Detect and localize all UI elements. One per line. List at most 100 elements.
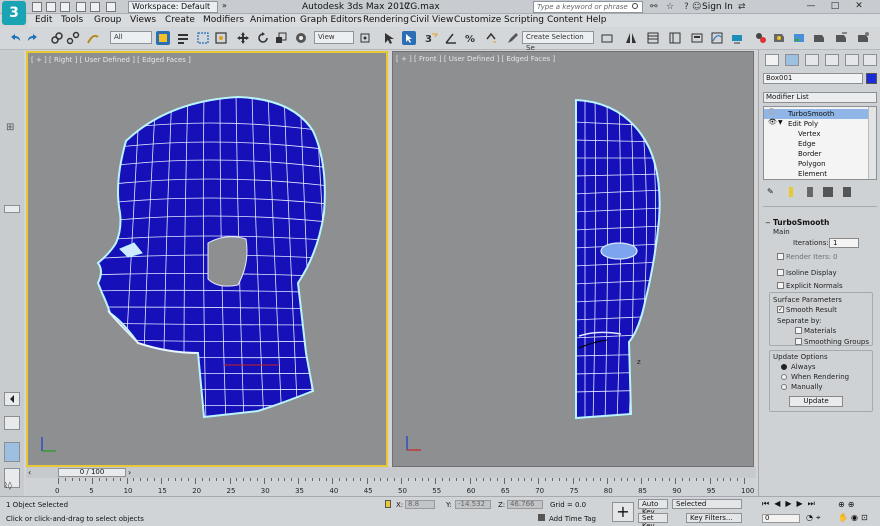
pan-orbit-icons[interactable]: ✋◉⊡	[838, 513, 871, 522]
named-selection-sets-icon[interactable]	[600, 31, 614, 45]
render-iters-value[interactable]: 0	[833, 253, 837, 261]
viewport-front[interactable]: [ + ] [ Front ] [ User Defined ] [ Edged…	[392, 51, 754, 467]
select-manipulate-icon[interactable]	[382, 31, 396, 45]
auto-key-button[interactable]: Auto Key	[638, 499, 668, 516]
render-production-icon[interactable]	[812, 31, 826, 45]
select-by-name-icon[interactable]	[176, 31, 190, 45]
bind-spacewarp-icon[interactable]	[86, 31, 100, 45]
layout-two-up-icon[interactable]	[4, 442, 20, 462]
remove-modifier-icon[interactable]	[823, 187, 833, 197]
materials-checkbox[interactable]	[795, 327, 802, 334]
menu-views[interactable]: Views	[130, 15, 156, 26]
stack-item-border[interactable]: Border	[764, 149, 868, 159]
rollout-collapse-icon[interactable]: −	[765, 219, 771, 227]
hierarchy-tab-icon[interactable]	[805, 54, 819, 66]
x-coordinate-field[interactable]: 8.8	[405, 500, 435, 509]
workspace-dropdown[interactable]: Workspace: Default	[128, 1, 218, 13]
turbosmooth-rollout-title[interactable]: TurboSmooth	[773, 218, 829, 227]
star-icon[interactable]: ☆	[666, 3, 674, 12]
menu-scripting[interactable]: Scripting	[504, 15, 544, 26]
menu-animation[interactable]: Animation	[250, 15, 296, 26]
always-radio[interactable]	[781, 364, 787, 370]
render-cloud-icon[interactable]	[856, 31, 870, 45]
set-key-plus-icon[interactable]: +	[612, 502, 634, 522]
place-icon[interactable]	[294, 31, 308, 45]
visibility-eye-icon[interactable]	[768, 108, 775, 115]
exchange-icon[interactable]: ⇄	[738, 3, 746, 12]
time-tag-icon[interactable]	[538, 514, 545, 521]
select-object-icon[interactable]	[156, 31, 170, 45]
pin-stack-icon[interactable]: ✎	[767, 187, 777, 197]
slider-next-icon[interactable]: ›	[128, 468, 131, 477]
expand-arrow-icon[interactable]: ▼	[778, 119, 783, 126]
mirror-icon[interactable]	[624, 31, 638, 45]
eye-icon[interactable]: 👁	[768, 118, 777, 127]
utilities-tab-icon[interactable]	[863, 54, 877, 66]
menu-create[interactable]: Create	[165, 15, 195, 26]
modifier-stack[interactable]: TurboSmooth Edit Poly Vertex Edge Border…	[763, 106, 877, 180]
current-frame-field[interactable]: 0	[762, 514, 800, 523]
set-key-button[interactable]: Set Key	[638, 513, 668, 526]
angle-snap-icon[interactable]	[444, 31, 458, 45]
menu-edit[interactable]: Edit	[35, 15, 52, 26]
new-file-icon[interactable]	[32, 2, 42, 12]
object-name-field[interactable]: Box001	[763, 73, 863, 84]
redo-icon[interactable]	[26, 31, 40, 45]
manually-radio[interactable]	[781, 384, 787, 390]
layout-single-icon[interactable]	[4, 416, 20, 430]
lock-selection-icon[interactable]	[385, 500, 391, 508]
rendered-frame-icon[interactable]	[792, 31, 806, 45]
pin-icon[interactable]: ⊞	[6, 122, 14, 133]
move-icon[interactable]	[236, 31, 250, 45]
material-editor-icon[interactable]	[754, 31, 768, 45]
z-coordinate-field[interactable]: 46.766	[507, 500, 543, 509]
menu-graph-editors[interactable]: Graph Editors	[300, 15, 362, 26]
explicit-normals-checkbox[interactable]	[777, 282, 784, 289]
time-config-icon[interactable]: ◔⌖	[806, 513, 824, 523]
menu-content[interactable]: Content	[547, 15, 583, 26]
layer-explorer-icon[interactable]	[646, 31, 660, 45]
curve-editor-icon[interactable]	[710, 31, 724, 45]
scene-explorer-icon[interactable]	[668, 31, 682, 45]
when-rendering-radio[interactable]	[781, 374, 787, 380]
playback-controls[interactable]: ⏮◀▶▶⏭	[762, 499, 836, 511]
schematic-view-icon[interactable]	[730, 31, 744, 45]
selected-dropdown[interactable]: Selected	[672, 499, 742, 509]
viewport-right[interactable]: [ + ] [ Right ] [ User Defined ] [ Edged…	[26, 51, 388, 467]
menu-customize[interactable]: Customize	[454, 15, 501, 26]
undo-title-icon[interactable]	[76, 2, 86, 12]
edit-named-selection-icon[interactable]	[506, 31, 520, 45]
title-overflow-icon[interactable]: »	[222, 2, 232, 12]
window-crossing-icon[interactable]	[214, 31, 228, 45]
project-folder-icon[interactable]	[106, 2, 116, 12]
minimize-icon[interactable]: —	[804, 1, 818, 12]
time-slider[interactable]: ‹ 0 / 100 ›	[26, 467, 756, 478]
render-iterative-icon[interactable]	[834, 31, 848, 45]
stack-item-edge[interactable]: Edge	[764, 139, 868, 149]
object-color-swatch[interactable]	[866, 73, 877, 84]
keyboard-shortcut-icon[interactable]	[402, 31, 416, 45]
close-icon[interactable]: ✕	[852, 1, 866, 12]
search-input[interactable]: Type a keyword or phrase	[533, 1, 643, 13]
zoom-icons[interactable]: ⊕⊕	[838, 500, 857, 509]
isoline-display-checkbox[interactable]	[777, 269, 784, 276]
display-tab-icon[interactable]	[845, 54, 859, 66]
slider-prev-icon[interactable]: ‹	[28, 468, 31, 477]
menu-rendering[interactable]: Rendering	[363, 15, 409, 26]
menu-tools[interactable]: Tools	[61, 15, 83, 26]
save-file-icon[interactable]	[60, 2, 70, 12]
toggle-ribbon-icon[interactable]	[690, 31, 704, 45]
scale-icon[interactable]	[274, 31, 288, 45]
help-icon[interactable]: ?	[684, 3, 689, 12]
selection-filter-dropdown[interactable]: All	[110, 31, 152, 44]
app-logo-icon[interactable]: 3	[2, 1, 26, 25]
y-coordinate-field[interactable]: -14.532	[455, 500, 491, 509]
key-filters-button[interactable]: Key Filters...	[686, 513, 742, 523]
menu-modifiers[interactable]: Modifiers	[203, 15, 244, 26]
viewport-layout-button[interactable]	[4, 205, 20, 213]
unlink-icon[interactable]	[66, 31, 80, 45]
stack-item-vertex[interactable]: Vertex	[764, 129, 868, 139]
maximize-icon[interactable]: □	[828, 1, 842, 12]
render-setup-icon[interactable]	[772, 31, 786, 45]
create-tab-icon[interactable]	[765, 54, 779, 66]
